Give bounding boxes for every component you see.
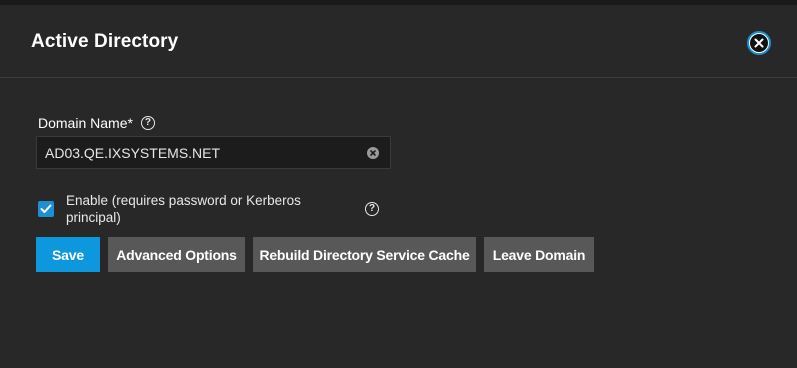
advanced-options-button[interactable]: Advanced Options [108, 237, 245, 272]
dialog-header: Active Directory [0, 5, 797, 78]
domain-name-label-text: Domain Name* [38, 115, 133, 131]
domain-name-label: Domain Name* ? [38, 114, 155, 132]
domain-name-field [36, 136, 391, 169]
rebuild-cache-button[interactable]: Rebuild Directory Service Cache [253, 237, 476, 272]
leave-domain-button[interactable]: Leave Domain [484, 237, 594, 272]
domain-name-help-icon[interactable]: ? [140, 116, 155, 130]
enable-checkbox-label[interactable]: Enable (requires password or Kerberos pr… [66, 192, 356, 226]
checkmark-icon [40, 204, 52, 213]
save-button[interactable]: Save [36, 237, 100, 272]
domain-name-input[interactable] [45, 137, 355, 168]
close-button[interactable] [747, 31, 771, 55]
dialog-title: Active Directory [31, 31, 179, 52]
close-icon [750, 34, 768, 52]
active-directory-dialog: Active Directory Domain Name* ? Enable (… [0, 5, 797, 368]
enable-help-icon[interactable]: ? [365, 202, 379, 216]
clear-icon[interactable] [367, 147, 379, 159]
enable-checkbox[interactable] [38, 201, 54, 217]
